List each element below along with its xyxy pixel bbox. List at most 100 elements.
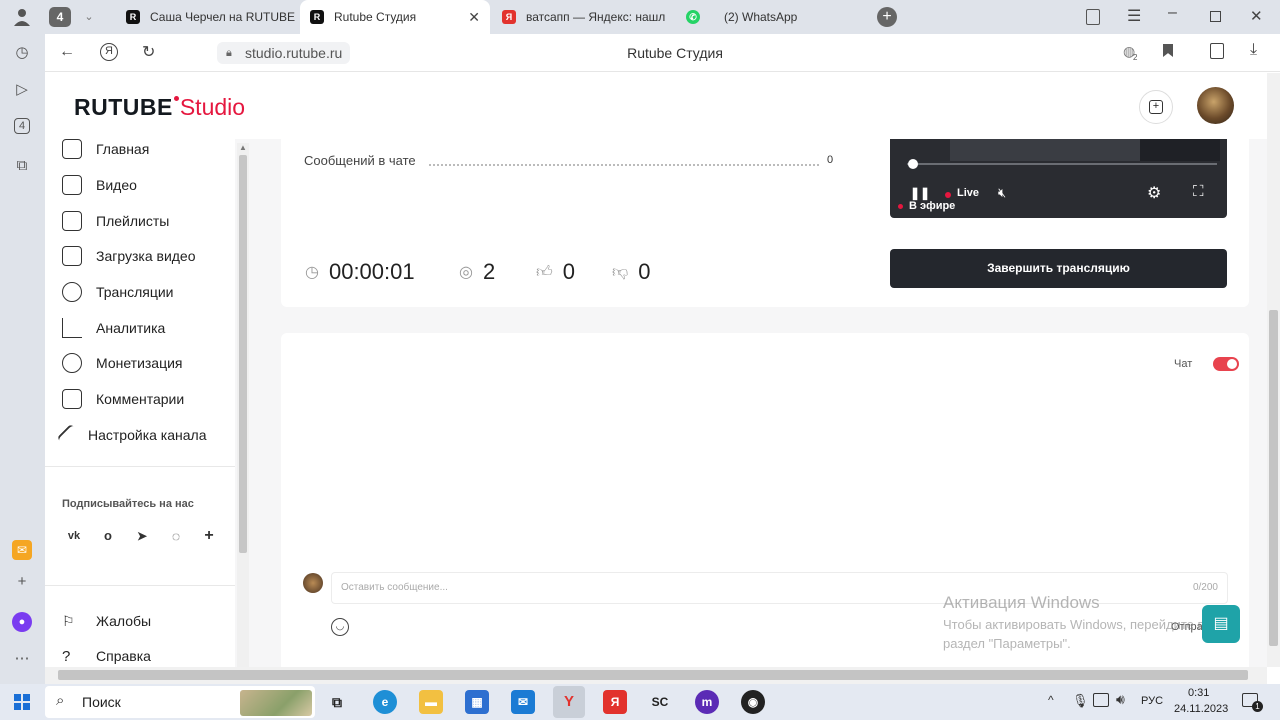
mail-app-icon[interactable]: ✉	[12, 540, 32, 560]
yandex-icon[interactable]: Я	[603, 690, 627, 714]
restore-icon[interactable]	[1210, 11, 1221, 22]
language-indicator[interactable]: РУС	[1141, 695, 1163, 707]
sidebar-item-home[interactable]: Главная	[62, 137, 149, 161]
close-tab-icon[interactable]: ✕	[468, 9, 480, 26]
sidebar-item-label: Монетизация	[96, 355, 183, 371]
sidebar-item-upload[interactable]: Загрузка видео	[62, 244, 196, 268]
sidebar-item-comments[interactable]: Комментарии	[62, 387, 184, 411]
menu-icon[interactable]: ☰	[1127, 6, 1141, 26]
tab-count-badge[interactable]: 4	[49, 7, 71, 27]
sidebar-item-playlists[interactable]: Плейлисты	[62, 209, 169, 233]
add-panel-icon[interactable]: +	[12, 572, 32, 592]
end-broadcast-button[interactable]: Завершить трансляцию	[890, 249, 1227, 288]
plus-icon[interactable]: +	[198, 525, 220, 547]
close-window-icon[interactable]: ✕	[1250, 7, 1263, 25]
windows-activation-title: Активация Windows	[943, 593, 1100, 612]
sc-app-icon[interactable]: SC	[648, 690, 672, 714]
dotted-leader	[429, 164, 819, 166]
sidebar-item-broadcasts[interactable]: Трансляции	[62, 280, 173, 304]
create-button[interactable]: +	[1139, 90, 1173, 124]
task-view-icon[interactable]: ⧉	[325, 690, 349, 714]
sidebar-item-label: Загрузка видео	[96, 248, 196, 264]
obs-icon[interactable]: ◉	[741, 690, 765, 714]
url-field[interactable]: 🔒︎ studio.rutube.ru	[217, 42, 351, 64]
edge-icon[interactable]: e	[373, 690, 397, 714]
tab-whatsapp[interactable]: ✆ (2) WhatsApp	[676, 0, 866, 34]
collections-icon[interactable]	[1210, 43, 1224, 59]
viber-icon[interactable]: ◌	[165, 525, 187, 547]
chat-toggle[interactable]	[1213, 357, 1239, 371]
logo-dot	[173, 96, 179, 101]
windows-start-icon[interactable]	[14, 694, 30, 710]
rutube-icon: R	[310, 10, 324, 24]
progress-handle[interactable]	[908, 159, 918, 169]
search-icon: ⌕	[56, 692, 65, 709]
network-icon[interactable]	[1093, 693, 1109, 707]
sidebar-item-complaints[interactable]: ⚐ Жалобы	[62, 609, 151, 633]
mail-icon[interactable]: ✉	[511, 690, 535, 714]
sidebar-item-analytics[interactable]: Аналитика	[62, 316, 165, 340]
file-explorer-icon[interactable]: ▬	[419, 690, 443, 714]
sidebar-item-label: Справка	[96, 648, 151, 664]
sidebar-item-video[interactable]: Видео	[62, 173, 137, 197]
tab-label: ватсапп — Яндекс: нашл	[526, 10, 666, 24]
yandex-browser-icon[interactable]: Y	[553, 686, 585, 718]
settings-icon[interactable]: ⚙	[1147, 183, 1161, 203]
store-icon[interactable]: ▦	[465, 690, 489, 714]
clock-time[interactable]: 0:31	[1188, 687, 1209, 699]
tab-rutube-channel[interactable]: R Саша Черчел на RUTUBE:	[116, 0, 296, 34]
chevron-down-icon[interactable]: ⌄	[80, 7, 98, 27]
pause-icon[interactable]: ❚❚	[910, 186, 930, 200]
fullscreen-icon[interactable]: ⛶	[1193, 183, 1204, 200]
dislikes-count: 👎︎ 0	[612, 259, 651, 284]
avatar[interactable]	[1197, 87, 1234, 124]
tab-yandex[interactable]: Я ватсапп — Яндекс: нашл	[492, 0, 672, 34]
rutube-studio-logo[interactable]: RUTUBE Studio	[74, 94, 245, 121]
badge-4-icon[interactable]: 4	[14, 118, 30, 134]
ok-icon[interactable]: ᴏ	[97, 525, 119, 547]
bookmark-icon[interactable]	[1163, 44, 1173, 57]
history-icon[interactable]: ◷	[12, 43, 32, 63]
sidebar-item-channel-settings[interactable]: Настройка канала	[56, 423, 207, 447]
telegram-icon[interactable]: ➤	[131, 525, 153, 547]
bookmarks-panel-icon[interactable]	[1086, 9, 1100, 25]
sidebar-item-label: Плейлисты	[96, 213, 170, 229]
live-player[interactable]: ❚❚ Live 🔇︎ В эфире ⚙ ⛶	[890, 139, 1227, 218]
profile-icon[interactable]	[12, 8, 32, 26]
more-icon[interactable]: ⋯	[12, 649, 32, 669]
page-scrollbar-thumb[interactable]	[1269, 310, 1278, 646]
minimize-icon[interactable]: –	[1168, 4, 1177, 22]
mu-app-icon[interactable]: m	[695, 690, 719, 714]
download-icon[interactable]: ⤓	[1250, 41, 1257, 59]
clock-date[interactable]: 24.11.2023	[1174, 703, 1228, 715]
on-air-dot-icon	[898, 204, 903, 209]
alice-icon[interactable]: ●	[12, 612, 32, 632]
sidebar-item-help[interactable]: ? Справка	[62, 644, 151, 667]
microphone-icon[interactable]: 🎙︎	[1072, 693, 1089, 709]
plus-square-icon: +	[1149, 100, 1163, 114]
subscribe-label: Подписывайтесь на нас	[62, 498, 194, 510]
volume-icon[interactable]: 🔊︎	[1116, 691, 1125, 708]
mute-icon[interactable]: 🔇︎	[998, 185, 1006, 201]
search-illustration	[240, 690, 312, 716]
sidebar-item-monetization[interactable]: Монетизация	[62, 351, 183, 375]
horizontal-scrollbar-thumb[interactable]	[58, 670, 1248, 680]
vk-icon[interactable]: vk	[63, 525, 85, 547]
tab-rutube-studio[interactable]: R Rutube Студия ✕	[300, 0, 490, 34]
emoji-icon[interactable]: ◡	[331, 618, 349, 636]
tray-chevron-icon[interactable]: ^	[1048, 693, 1054, 707]
likes-count: 👍︎ 0	[536, 259, 575, 284]
back-icon[interactable]: ←	[59, 43, 75, 61]
chat-toggle-label: Чат	[1174, 358, 1193, 370]
search-label: Поиск	[82, 694, 121, 710]
progress-track[interactable]	[907, 163, 1217, 165]
screenshot-icon[interactable]: ⧉	[12, 156, 32, 176]
chat-fab-button[interactable]: ▤	[1202, 605, 1240, 643]
reload-icon[interactable]: ↻	[142, 42, 155, 62]
scroll-up-arrow[interactable]: ▲	[239, 143, 247, 152]
new-tab-button[interactable]: +	[877, 7, 897, 27]
yandex-home-icon[interactable]: Я	[100, 43, 118, 61]
play-icon[interactable]: ▷	[12, 80, 32, 100]
sidebar-scrollbar-thumb[interactable]	[239, 155, 247, 553]
taskbar-search[interactable]: ⌕ Поиск	[45, 686, 315, 718]
